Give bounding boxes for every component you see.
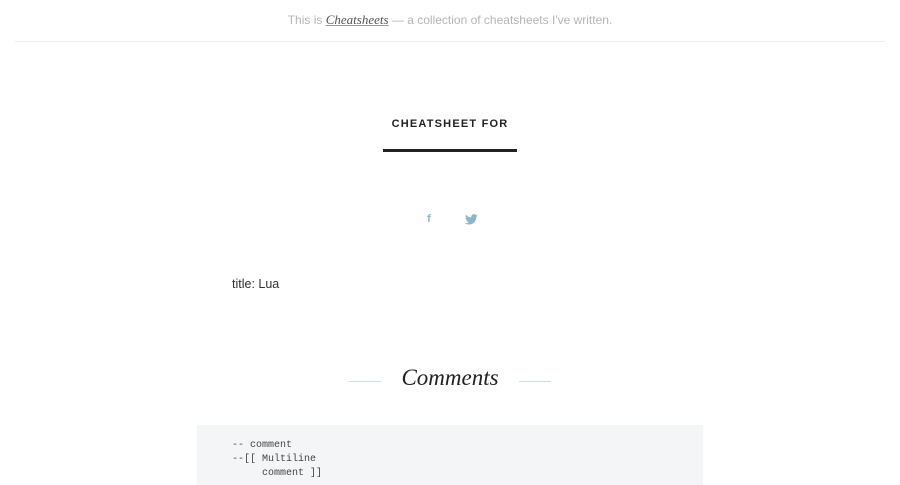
tagline-prefix: This is [287,13,326,27]
section-heading-text: Comments [401,365,499,390]
cheatsheets-link[interactable]: Cheatsheets [326,12,389,27]
title-underline [383,149,517,152]
section-heading-comments: Comments [0,364,900,398]
facebook-share-button[interactable]: f [421,211,437,227]
code-line: comment ]] [232,468,323,479]
code-line: --[[ Multiline [232,454,317,465]
site-tagline: This is Cheatsheets — a collection of ch… [15,12,885,28]
code-block: -- comment --[[ Multiline comment ]] [197,425,703,485]
frontmatter-text: title: Lua [232,277,280,291]
twitter-icon [464,213,478,224]
heading-rule-right [519,381,551,382]
tagline-suffix: — a collection of cheatsheets I've writt… [388,13,613,27]
twitter-share-button[interactable] [463,211,479,227]
facebook-icon: f [427,213,431,225]
code-line: -- comment [232,440,293,451]
site-header: This is Cheatsheets — a collection of ch… [15,0,885,42]
page-title: CHEATSHEET FOR [391,118,509,130]
